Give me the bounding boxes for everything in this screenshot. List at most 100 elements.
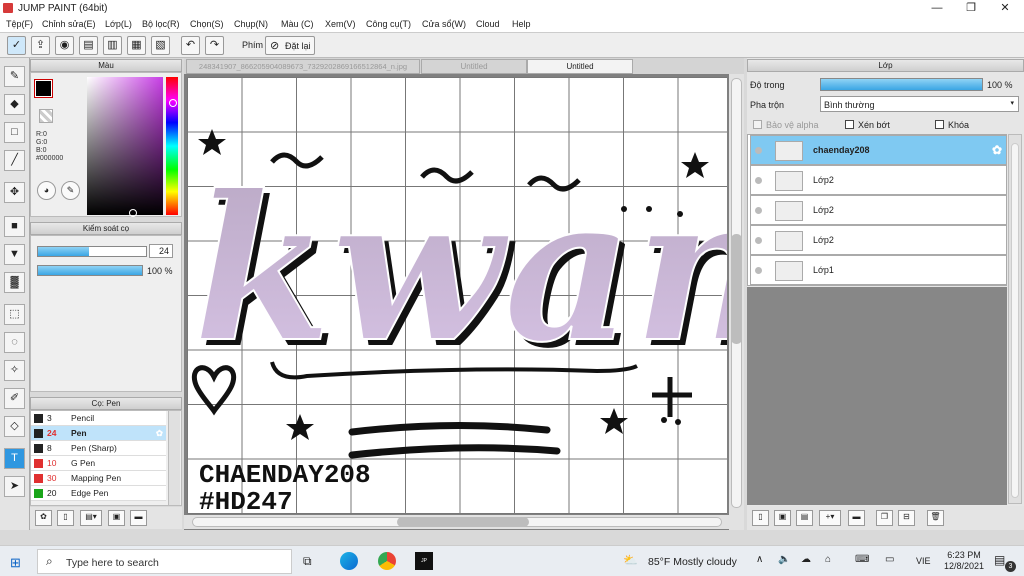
brush-export-icon[interactable]: ▣ [108, 510, 125, 526]
share-icon[interactable]: ⇪ [31, 36, 50, 55]
sv-handle[interactable] [129, 209, 137, 217]
message-icon[interactable]: ▤ [79, 36, 98, 55]
transparent-swatch[interactable] [39, 109, 53, 123]
brush-tool-icon[interactable]: ✎ [4, 66, 25, 87]
pen-item[interactable]: 8 Pen (Sharp) [31, 441, 166, 456]
jump-paint-taskbar-icon[interactable]: JP [415, 552, 433, 570]
grid-icon[interactable]: ▧ [151, 36, 170, 55]
eye-icon[interactable] [755, 237, 762, 244]
menu-tools[interactable]: Công cụ(T) [366, 19, 411, 29]
add-layer-menu-icon[interactable]: +▾ [819, 510, 841, 526]
tab-untitled-1[interactable]: Untitled [421, 59, 527, 74]
menu-color[interactable]: Màu (C) [281, 19, 314, 29]
layer-opacity-slider[interactable] [820, 78, 983, 91]
menu-help[interactable]: Help [512, 19, 531, 29]
new-brush-icon[interactable]: ▯ [57, 510, 74, 526]
minimize-icon[interactable]: — [920, 0, 954, 16]
saturation-value-picker[interactable] [87, 77, 163, 215]
eye-icon[interactable] [755, 147, 762, 154]
chevron-up-icon[interactable]: ∧ [756, 554, 763, 565]
menu-edit[interactable]: Chỉnh sửa(E) [42, 19, 96, 29]
maximize-icon[interactable]: ❐ [954, 0, 988, 16]
new-layer-icon[interactable]: ▯ [752, 510, 769, 526]
brush-size-value[interactable]: 24 [149, 244, 173, 258]
reset-button[interactable]: ⊘ Đặt lại [265, 36, 315, 55]
brush-opacity-slider[interactable] [37, 265, 143, 276]
edge-icon[interactable] [340, 552, 358, 570]
layer-row[interactable]: Lớp2 [750, 195, 1007, 225]
pen-list-scrollbar[interactable] [168, 411, 180, 505]
text-tool-icon[interactable]: T [4, 448, 25, 469]
fill-rect-tool-icon[interactable]: ■ [4, 216, 25, 237]
eye-icon[interactable] [755, 267, 762, 274]
notification-icon[interactable]: ▤ [994, 553, 1005, 567]
lasso-tool-icon[interactable]: ◌ [4, 332, 25, 353]
clip-checkbox[interactable] [845, 120, 854, 129]
pen-item[interactable]: 10 G Pen [31, 456, 166, 471]
menu-select[interactable]: Chọn(S) [190, 19, 224, 29]
menu-file[interactable]: Tệp(F) [6, 19, 33, 29]
palette-icon[interactable]: ◕ [37, 181, 56, 200]
trash-icon[interactable]: 🗑 [927, 510, 944, 526]
lock-checkbox[interactable] [935, 120, 944, 129]
menu-filter[interactable]: Bộ lọc(R) [142, 19, 180, 29]
primary-color-swatch[interactable] [34, 79, 53, 98]
keyboard-icon[interactable]: ⌨ [855, 554, 869, 565]
new-layer-copy-icon[interactable]: ▣ [774, 510, 791, 526]
comment-icon[interactable]: ◉ [55, 36, 74, 55]
task-view-icon[interactable]: ⧉ [303, 554, 312, 569]
weather-text[interactable]: 85°F Mostly cloudy [648, 556, 737, 568]
canvas-horizontal-scrollbar[interactable] [184, 515, 729, 529]
layer-row[interactable]: Lớp1 [750, 255, 1007, 285]
tab-untitled-2[interactable]: Untitled [527, 59, 633, 74]
pen-item[interactable]: 3 Pencil [31, 411, 166, 426]
merge-layer-icon[interactable]: ⊟ [898, 510, 915, 526]
gear-icon[interactable]: ✿ [156, 426, 163, 440]
search-box[interactable]: ⌕ Type here to search [37, 549, 292, 574]
menu-capture[interactable]: Chụp(N) [234, 19, 268, 29]
protect-alpha-checkbox[interactable] [753, 120, 762, 129]
clock[interactable]: 6:23 PM 12/8/2021 [944, 550, 984, 572]
settings-gear-icon[interactable]: ✿ [35, 510, 52, 526]
eraser-tool-icon[interactable]: ◆ [4, 94, 25, 115]
gear-icon[interactable]: ✿ [992, 143, 1002, 157]
volume-icon[interactable]: 🔈 [778, 554, 790, 565]
duplicate-layer-icon[interactable]: ❐ [876, 510, 893, 526]
folder-icon[interactable]: ▬ [130, 510, 147, 526]
hue-slider[interactable] [166, 77, 178, 215]
pen-item[interactable]: 20 Edge Pen [31, 486, 166, 501]
canvas-vertical-scrollbar[interactable] [729, 74, 744, 530]
monitor-icon[interactable]: ▭ [885, 554, 894, 565]
brush-size-slider[interactable] [37, 246, 147, 257]
drawing-canvas[interactable]: kwan kwan CHAENDAY208 #HD247 [187, 77, 727, 514]
folder-layer-icon[interactable]: ▬ [848, 510, 865, 526]
undo-icon[interactable]: ↶ [181, 36, 200, 55]
menu-window[interactable]: Cửa sổ(W) [422, 19, 466, 29]
chrome-icon[interactable] [378, 552, 396, 570]
menu-layer[interactable]: Lớp(L) [105, 19, 132, 29]
move-tool-icon[interactable]: ✥ [4, 182, 25, 203]
layer-list-scrollbar[interactable] [1008, 134, 1022, 504]
pen-tool-icon[interactable]: ╱ [4, 150, 25, 171]
select-pen-icon[interactable]: ✐ [4, 388, 25, 409]
pen-item[interactable]: 24 Pen ✿ [31, 426, 166, 441]
pen-item[interactable]: 30 Mapping Pen [31, 471, 166, 486]
eye-icon[interactable] [755, 207, 762, 214]
vertical-scroll-thumb[interactable] [731, 234, 742, 344]
brush-menu-icon[interactable]: ▤▾ [80, 510, 102, 526]
magic-wand-icon[interactable]: ✧ [4, 360, 25, 381]
redo-icon[interactable]: ↷ [205, 36, 224, 55]
menu-view[interactable]: Xem(V) [325, 19, 356, 29]
eye-icon[interactable] [755, 177, 762, 184]
operation-tool-icon[interactable]: ➤ [4, 476, 25, 497]
blend-mode-select[interactable]: Bình thường ▾ [820, 96, 1019, 112]
select-eraser-icon[interactable]: ◇ [4, 416, 25, 437]
network-icon[interactable]: ⌂ [825, 554, 831, 565]
language-indicator[interactable]: VIE [916, 556, 931, 566]
bucket-tool-icon[interactable]: ▼ [4, 244, 25, 265]
layer-page-icon[interactable]: ▤ [796, 510, 813, 526]
eyedropper-icon[interactable]: ✎ [61, 181, 80, 200]
select-rect-icon[interactable]: ⬚ [4, 304, 25, 325]
layer-row[interactable]: Lớp2 [750, 165, 1007, 195]
close-icon[interactable]: ✕ [988, 0, 1022, 16]
